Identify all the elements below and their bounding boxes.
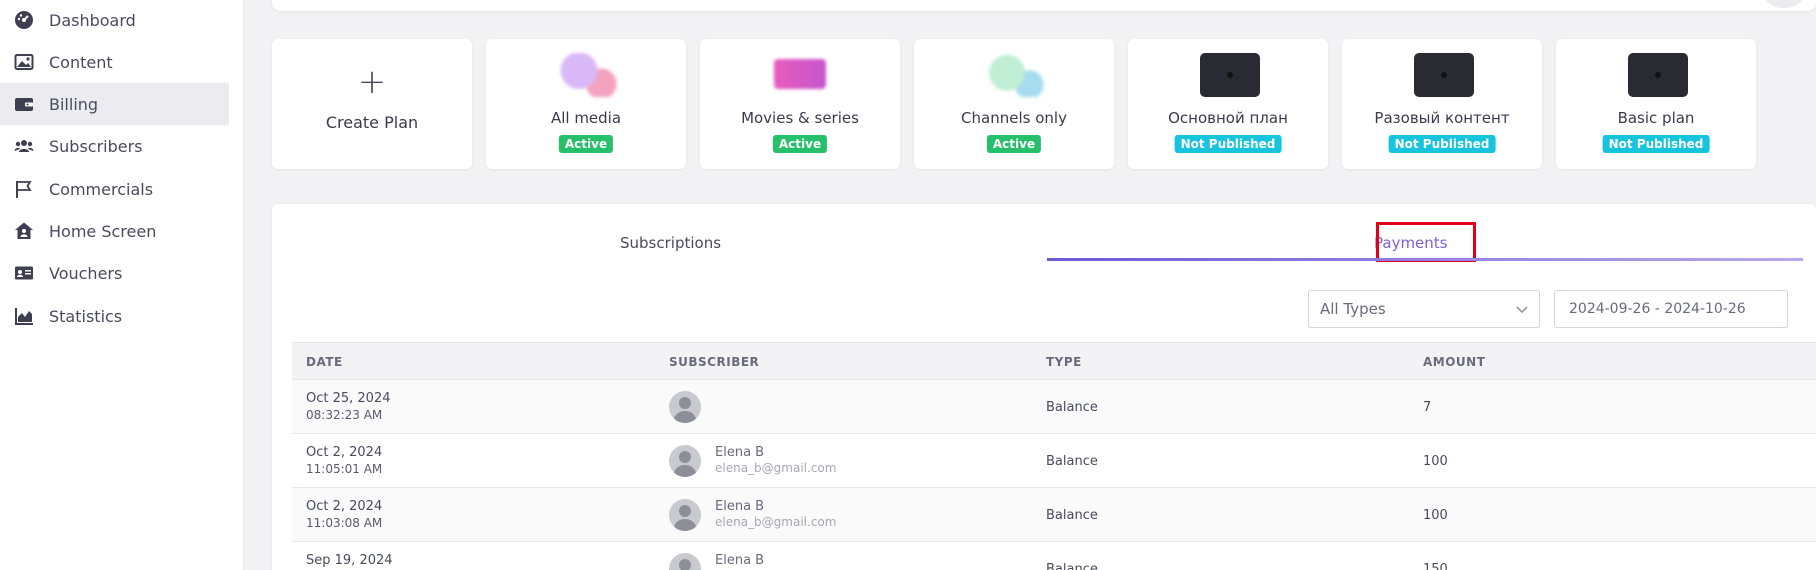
gauge-icon: [13, 9, 35, 31]
sidebar-item-vouchers[interactable]: Vouchers: [0, 252, 229, 294]
type-filter-select[interactable]: All Types: [1308, 290, 1540, 328]
table-row[interactable]: Oct 2, 2024 11:03:08 AM Elena B elena_b@…: [292, 487, 1816, 541]
flag-icon: [13, 178, 35, 200]
row-date: Sep 19, 2024: [306, 553, 393, 568]
column-header-subscriber[interactable]: SUBSCRIBER: [669, 355, 759, 369]
plan-card-channels-only[interactable]: Channels only Active: [914, 39, 1114, 169]
status-badge: Active: [558, 135, 614, 153]
table-row[interactable]: Oct 25, 2024 08:32:23 AM Balance 7: [292, 379, 1816, 433]
plan-name: Basic plan: [1617, 109, 1695, 127]
status-badge: Not Published: [1174, 135, 1282, 153]
subscriber-name[interactable]: Elena B: [715, 445, 764, 460]
column-header-amount[interactable]: AMOUNT: [1423, 355, 1485, 369]
plan-card-osnovnoy[interactable]: Основной план Not Published: [1128, 39, 1328, 169]
row-date: Oct 2, 2024: [306, 499, 383, 514]
sidebar-item-label: Statistics: [49, 306, 123, 326]
sidebar-item-statistics[interactable]: Statistics: [0, 295, 229, 337]
sidebar-item-content[interactable]: Content: [0, 41, 229, 83]
billing-panel: Subscriptions Payments All Types 2024-09…: [272, 204, 1816, 570]
top-bar: [272, 0, 1816, 11]
plan-card-razovy[interactable]: Разовый контент Not Published: [1342, 39, 1542, 169]
sidebar-item-dashboard[interactable]: Dashboard: [0, 0, 229, 41]
status-badge: Not Published: [1388, 135, 1496, 153]
chevron-down-icon: [1515, 302, 1529, 320]
sidebar: Dashboard Content Billing Subscribers Co…: [0, 0, 244, 570]
table-row[interactable]: Oct 2, 2024 11:05:01 AM Elena B elena_b@…: [292, 433, 1816, 487]
home-icon: [13, 220, 35, 242]
sidebar-item-label: Dashboard: [49, 10, 136, 30]
subscriber-name[interactable]: Elena B: [715, 553, 764, 568]
row-amount: 7: [1423, 400, 1432, 415]
avatar: [669, 445, 701, 477]
sidebar-item-label: Billing: [49, 94, 99, 114]
sidebar-item-billing[interactable]: Billing: [0, 83, 229, 125]
tab-subscriptions[interactable]: Subscriptions: [620, 234, 721, 252]
status-badge: Not Published: [1602, 135, 1710, 153]
chart-icon: [13, 305, 35, 327]
plan-card-basic[interactable]: Basic plan Not Published: [1556, 39, 1756, 169]
user-avatar[interactable]: [1762, 0, 1806, 8]
plan-thumbnail: [1628, 53, 1688, 97]
sidebar-item-subscribers[interactable]: Subscribers: [0, 125, 229, 167]
table-row[interactable]: Sep 19, 2024 Elena B Balance 150: [292, 541, 1816, 570]
row-amount: 100: [1423, 454, 1448, 469]
create-plan-card[interactable]: + Create Plan: [272, 39, 472, 169]
subscriber-email: elena_b@gmail.com: [715, 461, 837, 475]
active-tab-indicator: [1047, 258, 1803, 261]
avatar: [669, 553, 701, 570]
table-header: DATE SUBSCRIBER TYPE AMOUNT: [292, 342, 1816, 379]
wallet-icon: [13, 93, 35, 115]
sidebar-item-label: Subscribers: [49, 136, 143, 156]
row-time: 11:03:08 AM: [306, 516, 383, 530]
plan-card-all-media[interactable]: All media Active: [486, 39, 686, 169]
tab-highlight-box: [1376, 222, 1476, 262]
row-date: Oct 2, 2024: [306, 445, 383, 460]
row-type: Balance: [1046, 400, 1098, 415]
row-type: Balance: [1046, 454, 1098, 469]
subscriber-name[interactable]: Elena B: [715, 499, 764, 514]
row-time: 08:32:23 AM: [306, 408, 383, 422]
status-badge: Active: [772, 135, 828, 153]
plan-thumbnail: [774, 59, 826, 89]
plan-thumbnail: [1200, 53, 1260, 97]
users-icon: [13, 135, 35, 157]
sidebar-item-label: Content: [49, 52, 113, 72]
plan-name: Movies & series: [741, 109, 859, 127]
image-icon: [13, 51, 35, 73]
plan-thumbnail: [558, 53, 618, 97]
plan-name: Channels only: [961, 109, 1067, 127]
column-header-type[interactable]: TYPE: [1046, 355, 1082, 369]
avatar: [669, 499, 701, 531]
plan-thumbnail: [1414, 53, 1474, 97]
row-date: Oct 25, 2024: [306, 391, 391, 406]
row-amount: 100: [1423, 508, 1448, 523]
date-range-input[interactable]: 2024-09-26 - 2024-10-26: [1554, 290, 1788, 328]
plan-name: Основной план: [1168, 109, 1288, 127]
type-filter-value: All Types: [1320, 300, 1386, 318]
sidebar-item-label: Vouchers: [49, 263, 123, 283]
plan-thumbnail: [986, 53, 1046, 97]
subscriber-email: elena_b@gmail.com: [715, 515, 837, 529]
voucher-icon: [13, 262, 35, 284]
avatar: [669, 391, 701, 423]
plan-name: Разовый контент: [1374, 109, 1510, 127]
create-plan-label: Create Plan: [325, 113, 419, 132]
plus-icon: +: [357, 62, 387, 102]
status-badge: Active: [986, 135, 1042, 153]
row-time: 11:05:01 AM: [306, 462, 383, 476]
plan-card-movies-series[interactable]: Movies & series Active: [700, 39, 900, 169]
sidebar-item-home-screen[interactable]: Home Screen: [0, 210, 229, 252]
row-type: Balance: [1046, 508, 1098, 523]
row-amount: 150: [1423, 562, 1448, 570]
sidebar-item-label: Home Screen: [49, 221, 157, 241]
sidebar-item-label: Commercials: [49, 179, 154, 199]
plan-name: All media: [550, 109, 622, 127]
row-type: Balance: [1046, 562, 1098, 570]
sidebar-item-commercials[interactable]: Commercials: [0, 168, 229, 210]
column-header-date[interactable]: DATE: [306, 355, 343, 369]
date-range-value: 2024-09-26 - 2024-10-26: [1569, 301, 1746, 317]
